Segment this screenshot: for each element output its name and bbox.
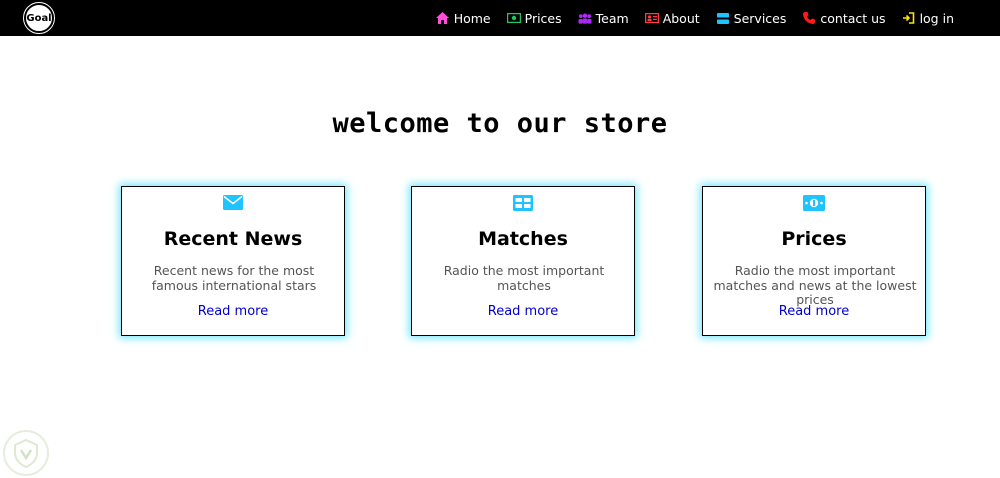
read-more-link[interactable]: Read more	[412, 304, 634, 319]
money-icon	[506, 12, 521, 24]
card-title: Matches	[478, 228, 568, 250]
phone-icon	[802, 12, 816, 24]
nav-item-label: Services	[733, 10, 787, 26]
card-title: Recent News	[163, 228, 303, 250]
sign-in-icon	[902, 12, 916, 24]
card-description: Recent news for the most famous internat…	[151, 263, 317, 293]
grid-icon	[412, 195, 634, 211]
nav-item-services[interactable]: Services	[716, 10, 787, 26]
brand-logo-text: Goal	[24, 3, 54, 33]
card-description: Radio the most important matches	[443, 263, 605, 293]
card-description: Radio the most important matches and new…	[713, 263, 917, 307]
nav-item-label: About	[662, 10, 700, 26]
nav-item-label: log in	[919, 10, 954, 26]
server-icon	[716, 12, 730, 24]
read-more-link[interactable]: Read more	[703, 304, 925, 319]
users-icon	[578, 12, 592, 24]
home-icon	[436, 12, 450, 24]
nav-item-prices[interactable]: Prices	[506, 10, 562, 26]
page-heading: welcome to our store	[332, 108, 668, 139]
nav-item-home[interactable]: Home	[436, 11, 491, 26]
nav-item-team[interactable]: Team	[578, 11, 629, 26]
id-card-icon	[644, 12, 659, 24]
card-recent-news: Recent News Recent news for the most fam…	[121, 186, 345, 336]
nav-item-login[interactable]: log in	[902, 11, 954, 26]
nav-item-label: Prices	[524, 10, 562, 26]
nav-item-label: contact us	[820, 10, 886, 26]
nav-item-contact[interactable]: contact us	[802, 10, 886, 26]
envelope-icon	[122, 195, 344, 210]
nav-item-about[interactable]: About	[644, 10, 700, 26]
card-prices: Prices Radio the most important matches …	[702, 186, 926, 336]
watermark-logo	[3, 430, 49, 476]
nav-menu: Home Prices Team About Services contact …	[436, 0, 954, 36]
nav-item-label: Team	[595, 10, 629, 26]
brand-logo[interactable]: Goal	[21, 0, 57, 36]
card-matches: Matches Radio the most important matches…	[411, 186, 635, 336]
money-icon	[703, 195, 925, 211]
nav-item-label: Home	[453, 10, 491, 26]
card-title: Prices	[781, 228, 847, 250]
top-navbar: Goal Home Prices Team About Services con…	[0, 0, 1000, 36]
read-more-link[interactable]: Read more	[122, 304, 344, 319]
